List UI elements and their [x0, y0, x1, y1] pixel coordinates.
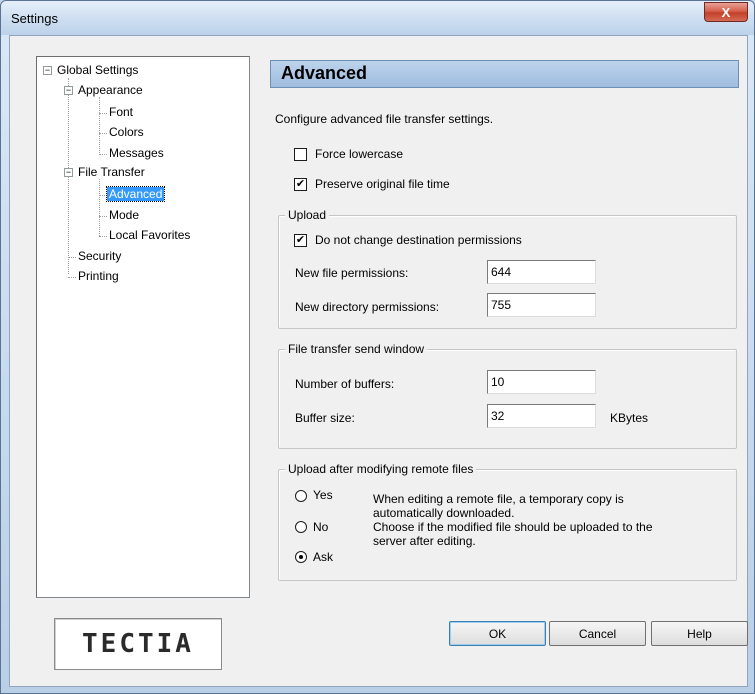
page-title: Advanced — [281, 63, 368, 83]
tree-item-label: File Transfer — [78, 165, 145, 179]
file-permissions-label: New file permissions: — [295, 266, 409, 280]
upload-after-group: Upload after modifying remote files Yes … — [278, 462, 737, 581]
tree-item-label: Font — [109, 105, 134, 119]
close-button[interactable]: X — [704, 2, 748, 22]
send-window-group: File transfer send window Number of buff… — [278, 342, 737, 449]
ok-button[interactable]: OK — [449, 621, 546, 646]
tree-connector — [99, 133, 107, 134]
buffer-size-field[interactable]: 32 — [487, 404, 596, 428]
tree-item-label: Mode — [109, 208, 140, 222]
tree-connector — [99, 113, 107, 114]
upload-group: Upload ✔ Do not change destination permi… — [278, 208, 737, 329]
collapse-icon[interactable]: − — [64, 86, 73, 95]
tree-item-label: Local Favorites — [109, 228, 191, 242]
radio-no[interactable] — [295, 521, 307, 533]
upload-group-legend: Upload — [285, 208, 330, 222]
no-change-permissions-checkbox[interactable]: ✔ — [294, 234, 307, 247]
help-button[interactable]: Help — [651, 621, 748, 646]
logo-text: TECTIA — [82, 629, 194, 659]
directory-permissions-label: New directory permissions: — [295, 300, 440, 314]
tree-item-local-favorites[interactable]: Local Favorites — [107, 226, 192, 244]
tree-item-advanced[interactable]: Advanced — [105, 185, 166, 203]
radio-yes-label[interactable]: Yes — [313, 488, 333, 502]
cancel-button[interactable]: Cancel — [549, 621, 646, 646]
collapse-icon[interactable]: − — [43, 66, 52, 75]
tree-item-printing[interactable]: Printing — [76, 267, 121, 285]
radio-ask-label[interactable]: Ask — [313, 550, 333, 564]
title-bar[interactable]: Settings X — [1, 1, 754, 35]
buffers-label: Number of buffers: — [295, 377, 395, 391]
tree-item-font[interactable]: Font — [107, 103, 135, 121]
tree-connector — [99, 97, 100, 155]
preserve-time-label[interactable]: Preserve original file time — [315, 177, 450, 191]
tree-item-label: Colors — [109, 125, 144, 139]
upload-after-description-3: Choose if the modified file should be up… — [373, 520, 653, 534]
radio-selected-dot — [299, 555, 303, 559]
force-lowercase-checkbox[interactable] — [294, 148, 307, 161]
radio-yes[interactable] — [295, 490, 307, 502]
window-title: Settings — [11, 11, 58, 26]
collapse-icon[interactable]: − — [64, 168, 73, 177]
no-change-permissions-label[interactable]: Do not change destination permissions — [315, 233, 522, 247]
tree-connector — [99, 216, 107, 217]
settings-window: Settings X − Global Settings − Appearanc… — [0, 0, 755, 694]
force-lowercase-label[interactable]: Force lowercase — [315, 147, 403, 161]
page-description: Configure advanced file transfer setting… — [275, 112, 494, 126]
checkmark-icon: ✔ — [295, 178, 306, 190]
tree-item-label: Security — [78, 249, 122, 263]
buffer-size-unit: KBytes — [610, 411, 649, 425]
upload-after-description-1: When editing a remote file, a temporary … — [373, 492, 624, 506]
directory-permissions-field[interactable]: 755 — [487, 293, 596, 317]
tree-connector — [68, 277, 76, 278]
send-window-group-legend: File transfer send window — [285, 342, 428, 356]
tree-item-colors[interactable]: Colors — [107, 123, 146, 141]
tree-connector — [99, 179, 100, 236]
buffer-size-label: Buffer size: — [295, 411, 355, 425]
tree-item-label: Global Settings — [57, 63, 139, 77]
tree-item-label: Advanced — [105, 186, 166, 202]
page-header: Advanced — [270, 60, 739, 88]
tree-connector — [99, 195, 107, 196]
upload-after-group-legend: Upload after modifying remote files — [285, 462, 477, 476]
preserve-time-checkbox[interactable]: ✔ — [294, 178, 307, 191]
file-permissions-field[interactable]: 644 — [487, 260, 596, 284]
tectia-logo: TECTIA — [54, 618, 222, 670]
upload-after-description-4: server after editing. — [373, 534, 476, 548]
tree-item-global-settings[interactable]: Global Settings — [55, 61, 140, 79]
radio-no-label[interactable]: No — [313, 520, 328, 534]
tree-connector — [99, 154, 107, 155]
upload-after-description-2: automatically downloaded. — [373, 506, 515, 520]
checkmark-icon: ✔ — [295, 234, 306, 246]
tree-item-file-transfer[interactable]: File Transfer — [76, 163, 147, 181]
tree-item-appearance[interactable]: Appearance — [76, 81, 145, 99]
tree-item-security[interactable]: Security — [76, 247, 123, 265]
tree-connector — [68, 257, 76, 258]
tree-item-label: Appearance — [78, 83, 143, 97]
radio-ask[interactable] — [295, 551, 307, 563]
buffers-field[interactable]: 10 — [487, 370, 596, 394]
tree-connector — [99, 236, 107, 237]
tree-item-label: Printing — [78, 269, 119, 283]
tree-item-label: Messages — [109, 146, 164, 160]
dialog-client-area: − Global Settings − Appearance Font Colo… — [9, 35, 748, 687]
settings-tree[interactable]: − Global Settings − Appearance Font Colo… — [36, 56, 250, 598]
tree-item-messages[interactable]: Messages — [107, 144, 166, 162]
close-icon: X — [721, 4, 731, 20]
tree-item-mode[interactable]: Mode — [107, 206, 141, 224]
